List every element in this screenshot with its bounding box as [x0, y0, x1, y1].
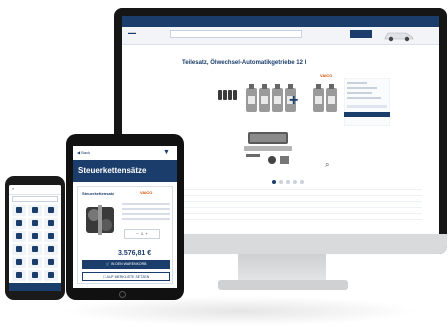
add-to-cart-label: IN DEN WARENKORB — [110, 262, 147, 266]
phone-menu-icon[interactable]: ≡ — [12, 187, 14, 191]
category-tile[interactable] — [28, 231, 42, 242]
phone-device: ≡ — [5, 176, 65, 300]
tablet-home-button — [119, 291, 126, 298]
table-row — [182, 214, 422, 220]
brand-logo: VAICO — [320, 73, 333, 78]
timing-chain-kit-image[interactable] — [82, 201, 118, 239]
tablet-back-label: Back — [81, 150, 91, 155]
category-tile[interactable] — [44, 257, 58, 268]
category-icon — [32, 220, 38, 226]
desktop-top-bar — [122, 16, 439, 27]
category-tile[interactable] — [44, 244, 58, 255]
category-icon — [32, 246, 38, 252]
tablet-category-banner: Steuerkettensätze — [73, 160, 177, 182]
specs-table — [182, 184, 422, 220]
quantity-stepper[interactable]: − 1 + — [124, 229, 160, 239]
filter-icon[interactable]: ▼ — [163, 149, 170, 156]
category-tile[interactable] — [28, 244, 42, 255]
monitor-stand-base — [218, 280, 348, 290]
category-title: Steuerkettensätze — [78, 166, 147, 175]
category-icon — [48, 259, 54, 265]
category-tile[interactable] — [44, 231, 58, 242]
category-tile[interactable] — [12, 270, 26, 281]
phone-header — [9, 185, 61, 195]
add-to-watchlist-button[interactable]: ☐ AUF MERKLISTE SETZEN — [82, 272, 170, 281]
desktop-logo[interactable]: ▬▬ — [128, 30, 136, 35]
add-to-cart-button[interactable] — [344, 112, 390, 117]
tablet-device: ◀ Back ▼ Steuerkettensätze Steuerkettens… — [66, 134, 184, 300]
category-icon — [32, 233, 38, 239]
category-icon — [32, 259, 38, 265]
category-icon — [16, 272, 22, 278]
category-icon — [48, 207, 54, 213]
category-tile[interactable] — [12, 231, 26, 242]
category-icon — [32, 272, 38, 278]
category-tile[interactable] — [44, 218, 58, 229]
category-tile[interactable] — [28, 205, 42, 216]
category-icon — [16, 207, 22, 213]
product-image-filter[interactable] — [242, 128, 294, 168]
car-icon — [384, 32, 414, 42]
price-panel — [344, 78, 390, 126]
plus-icon: + — [289, 92, 299, 109]
category-tile[interactable] — [28, 257, 42, 268]
category-tile[interactable] — [12, 205, 26, 216]
watchlist-label: AUF MERKLISTE SETZEN — [106, 275, 150, 279]
category-icon — [16, 259, 22, 265]
tablet-screen: ◀ Back ▼ Steuerkettensätze Steuerkettens… — [73, 146, 177, 288]
product-title: Teilesatz, Ölwechsel-Automatikgetriebe 1… — [182, 60, 307, 66]
phone-screen: ≡ — [9, 185, 61, 291]
product-card-specs — [122, 203, 170, 223]
product-card-title: Steuerkettensatz — [82, 191, 115, 196]
product-card-brand: VAICO — [140, 190, 153, 195]
product-card[interactable]: Steuerkettensatz VAICO − 1 + 3.576,81 € … — [77, 186, 173, 284]
category-icon — [48, 272, 54, 278]
category-icon — [16, 220, 22, 226]
product-price: 3.576,81 € — [118, 250, 152, 257]
phone-category-grid — [12, 205, 58, 281]
phone-footer-bar — [9, 283, 61, 291]
floor-shadow — [60, 296, 420, 326]
phone-search-input[interactable] — [12, 196, 58, 202]
zoom-icon[interactable]: ⌕ — [325, 160, 329, 170]
product-image-bottles[interactable] — [218, 80, 338, 124]
category-icon — [48, 246, 54, 252]
tablet-back-button[interactable]: ◀ Back — [77, 150, 90, 155]
category-tile[interactable] — [44, 270, 58, 281]
category-tile[interactable] — [12, 257, 26, 268]
category-tile[interactable] — [28, 270, 42, 281]
category-icon — [16, 246, 22, 252]
category-tile[interactable] — [12, 218, 26, 229]
category-icon — [16, 233, 22, 239]
category-tile[interactable] — [28, 218, 42, 229]
add-to-cart-button[interactable]: 🛒 IN DEN WARENKORB — [82, 260, 170, 269]
category-tile[interactable] — [12, 244, 26, 255]
category-icon — [48, 233, 54, 239]
category-tile[interactable] — [44, 205, 58, 216]
quantity-value: 1 — [140, 231, 144, 236]
category-icon — [48, 220, 54, 226]
desktop-search-input[interactable] — [170, 30, 302, 38]
desktop-cart-button[interactable] — [350, 30, 372, 38]
category-icon — [32, 207, 38, 213]
